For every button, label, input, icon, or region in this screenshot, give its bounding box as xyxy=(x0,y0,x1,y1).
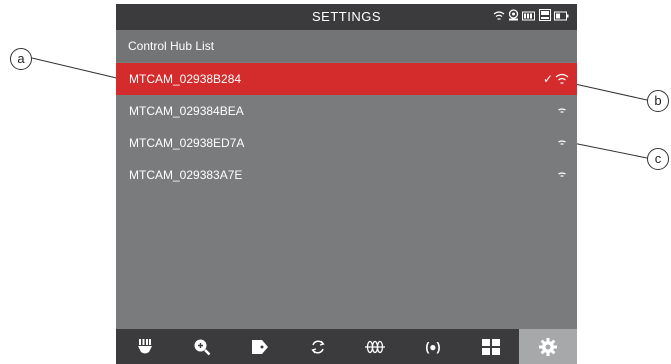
callout-c: c xyxy=(647,148,669,170)
hub-list-item[interactable]: MTCAM_029384BEA xyxy=(116,95,577,127)
camera-icon xyxy=(508,8,519,26)
zoom-icon xyxy=(194,339,211,355)
hub-name: MTCAM_029384BEA xyxy=(129,104,244,118)
camera-head-icon xyxy=(137,338,152,353)
settings-button[interactable] xyxy=(519,329,577,364)
wifi-signal-icon xyxy=(558,140,566,145)
meter-button[interactable] xyxy=(347,329,405,364)
wifi-signal-icon xyxy=(558,172,566,177)
camera-head-button[interactable] xyxy=(116,329,174,364)
zoom-button[interactable] xyxy=(174,329,232,364)
status-icons xyxy=(493,9,569,25)
grid-icon xyxy=(481,338,500,355)
sonde-icon: (●) xyxy=(425,339,441,354)
rotate-icon xyxy=(311,339,325,354)
checkmark-icon: ✓ xyxy=(542,72,553,86)
hub-list-item[interactable]: MTCAM_029383A7E xyxy=(116,159,577,191)
storage-icon xyxy=(539,8,551,26)
bottom-toolbar: (●) xyxy=(116,329,577,364)
callout-b: b xyxy=(647,90,669,112)
wifi-icon xyxy=(493,8,505,26)
hub-list: MTCAM_02938B284 ✓ MTCAM_029384BEA MTCAM_… xyxy=(116,63,577,191)
hub-name: MTCAM_029383A7E xyxy=(129,168,243,182)
hub-list-item[interactable]: MTCAM_02938B284 ✓ xyxy=(116,63,577,95)
tag-icon xyxy=(252,339,269,354)
battery-icon xyxy=(522,8,536,26)
tag-button[interactable] xyxy=(231,329,289,364)
status-bar: SETTINGS xyxy=(116,4,577,30)
wifi-signal-icon xyxy=(558,108,566,113)
meter-icon xyxy=(365,340,386,353)
sonde-button[interactable]: (●) xyxy=(404,329,462,364)
settings-gear-icon xyxy=(539,337,558,356)
battery-level-icon xyxy=(554,8,569,26)
wifi-signal-icon xyxy=(555,73,569,84)
callout-a: a xyxy=(10,48,32,70)
hub-name: MTCAM_02938ED7A xyxy=(129,136,245,150)
device-screen: SETTINGS Control Hub List MTCAM_02938B28… xyxy=(116,4,577,364)
grid-button[interactable] xyxy=(462,329,520,364)
rotate-button[interactable] xyxy=(289,329,347,364)
hub-list-item[interactable]: MTCAM_02938ED7A xyxy=(116,127,577,159)
control-hub-list-header: Control Hub List xyxy=(116,30,577,62)
hub-name: MTCAM_02938B284 xyxy=(129,72,242,86)
